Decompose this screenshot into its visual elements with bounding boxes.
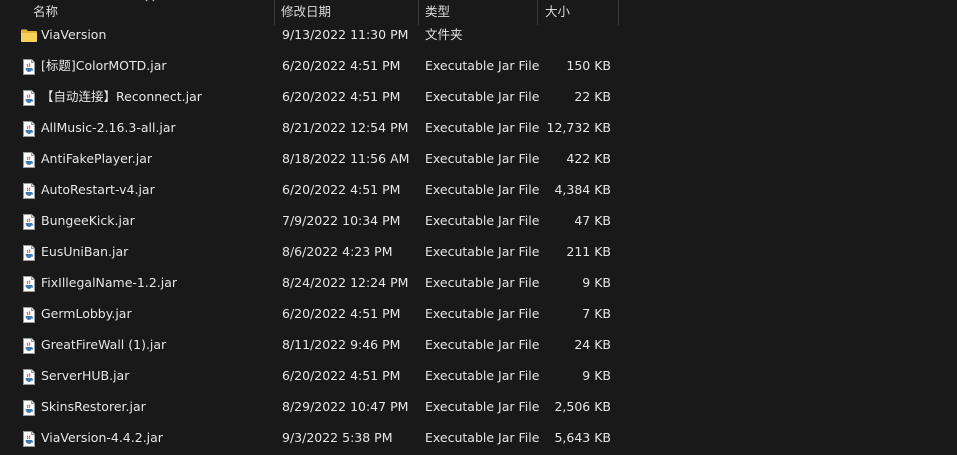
file-modified-date: 8/18/2022 11:56 AM — [282, 151, 410, 166]
file-modified-date: 6/20/2022 4:51 PM — [282, 368, 401, 383]
file-modified-date: 6/20/2022 4:51 PM — [282, 58, 401, 73]
file-modified-date: 6/20/2022 4:51 PM — [282, 306, 401, 321]
jar-file-icon — [23, 431, 35, 447]
file-row[interactable]: EusUniBan.jar 8/6/2022 4:23 PM Executable … — [0, 238, 620, 269]
jar-file-icon — [23, 369, 35, 385]
file-name: [标题]ColorMOTD.jar — [41, 58, 167, 73]
file-type: Executable Jar File — [425, 306, 540, 321]
jar-file-icon — [23, 338, 35, 354]
jar-file-icon — [23, 59, 35, 75]
file-size: 211 KB — [566, 244, 611, 259]
file-modified-date: 8/11/2022 9:46 PM — [282, 337, 401, 352]
file-type: Executable Jar File — [425, 244, 540, 259]
file-row[interactable]: FixIllegalName-1.2.jar 8/24/2022 12:24 PM… — [0, 269, 620, 300]
file-name: AntiFakePlayer.jar — [41, 151, 153, 166]
file-name: GreatFireWall (1).jar — [41, 337, 167, 352]
file-type: Executable Jar File — [425, 151, 540, 166]
file-type: Executable Jar File — [425, 120, 540, 135]
file-modified-date: 8/6/2022 4:23 PM — [282, 244, 393, 259]
folder-icon — [21, 29, 37, 42]
file-modified-date: 9/3/2022 5:38 PM — [282, 430, 393, 445]
file-size: 12,732 KB — [546, 120, 611, 135]
jar-file-icon — [23, 183, 35, 199]
file-size: 24 KB — [574, 337, 611, 352]
file-name: FixIllegalName-1.2.jar — [41, 275, 178, 290]
file-row[interactable]: GreatFireWall (1).jar 8/11/2022 9:46 PM Ex… — [0, 331, 620, 362]
file-name: BungeeKick.jar — [41, 213, 135, 228]
file-row[interactable]: [标题]ColorMOTD.jar 6/20/2022 4:51 PM Execut… — [0, 52, 620, 83]
file-size: 22 KB — [574, 89, 611, 104]
file-size: 47 KB — [574, 213, 611, 228]
file-size: 150 KB — [566, 58, 611, 73]
file-type: Executable Jar File — [425, 368, 540, 383]
jar-file-icon — [23, 245, 35, 261]
file-type: Executable Jar File — [425, 58, 540, 73]
file-row[interactable]: 【自动连接】Reconnect.jar 6/20/2022 4:51 PM Exec… — [0, 83, 620, 114]
file-type: Executable Jar File — [425, 337, 540, 352]
jar-file-icon — [23, 152, 35, 168]
file-row[interactable]: ServerHUB.jar 6/20/2022 4:51 PM Executable… — [0, 362, 620, 393]
file-name: SkinsRestorer.jar — [41, 399, 146, 414]
file-size: 422 KB — [566, 151, 611, 166]
file-type: Executable Jar File — [425, 430, 540, 445]
file-row[interactable]: AntiFakePlayer.jar 8/18/2022 11:56 AM Exec… — [0, 145, 620, 176]
file-name: ServerHUB.jar — [41, 368, 130, 383]
file-name: ViaVersion-4.4.2.jar — [41, 430, 163, 445]
file-type: Executable Jar File — [425, 213, 540, 228]
file-type: 文件夹 — [425, 27, 463, 42]
file-row[interactable]: SkinsRestorer.jar 8/29/2022 10:47 PM Execu… — [0, 393, 620, 424]
file-modified-date: 6/20/2022 4:51 PM — [282, 89, 401, 104]
file-row[interactable]: ViaVersion-4.4.2.jar 9/3/2022 5:38 PM Exec… — [0, 424, 620, 455]
file-type: Executable Jar File — [425, 399, 540, 414]
file-type: Executable Jar File — [425, 89, 540, 104]
file-name: AutoRestart-v4.jar — [41, 182, 155, 197]
file-modified-date: 8/21/2022 12:54 PM — [282, 120, 409, 135]
file-name: ViaVersion — [41, 27, 107, 42]
file-size: 9 KB — [582, 275, 611, 290]
jar-file-icon — [23, 214, 35, 230]
jar-file-icon — [23, 276, 35, 292]
file-name: EusUniBan.jar — [41, 244, 129, 259]
folder-row[interactable]: ViaVersion 9/13/2022 11:30 PM 文件夹 — [0, 21, 620, 52]
file-name: AllMusic-2.16.3-all.jar — [41, 120, 176, 135]
jar-file-icon — [23, 400, 35, 416]
file-size: 5,643 KB — [554, 430, 611, 445]
file-type: Executable Jar File — [425, 182, 540, 197]
file-size — [530, 21, 611, 52]
file-modified-date: 9/13/2022 11:30 PM — [282, 27, 409, 42]
file-size: 9 KB — [582, 368, 611, 383]
file-modified-date: 8/24/2022 12:24 PM — [282, 275, 409, 290]
file-size: 2,506 KB — [554, 399, 611, 414]
file-row[interactable]: AutoRestart-v4.jar 6/20/2022 4:51 PM Execu… — [0, 176, 620, 207]
file-row[interactable]: BungeeKick.jar 7/9/2022 10:34 PM Executabl… — [0, 207, 620, 238]
file-size: 7 KB — [582, 306, 611, 321]
file-modified-date: 6/20/2022 4:51 PM — [282, 182, 401, 197]
chevron-up-icon — [145, 0, 155, 2]
file-row[interactable]: AllMusic-2.16.3-all.jar 8/21/2022 12:54 P… — [0, 114, 620, 145]
file-modified-date: 8/29/2022 10:47 PM — [282, 399, 409, 414]
jar-file-icon — [23, 307, 35, 323]
file-size: 4,384 KB — [554, 182, 611, 197]
file-name: 【自动连接】Reconnect.jar — [41, 89, 202, 104]
file-row[interactable]: GermLobby.jar 6/20/2022 4:51 PM Executable… — [0, 300, 620, 331]
file-type: Executable Jar File — [425, 275, 540, 290]
jar-file-icon — [23, 121, 35, 137]
file-name: GermLobby.jar — [41, 306, 132, 321]
file-modified-date: 7/9/2022 10:34 PM — [282, 213, 401, 228]
jar-file-icon — [23, 90, 35, 106]
